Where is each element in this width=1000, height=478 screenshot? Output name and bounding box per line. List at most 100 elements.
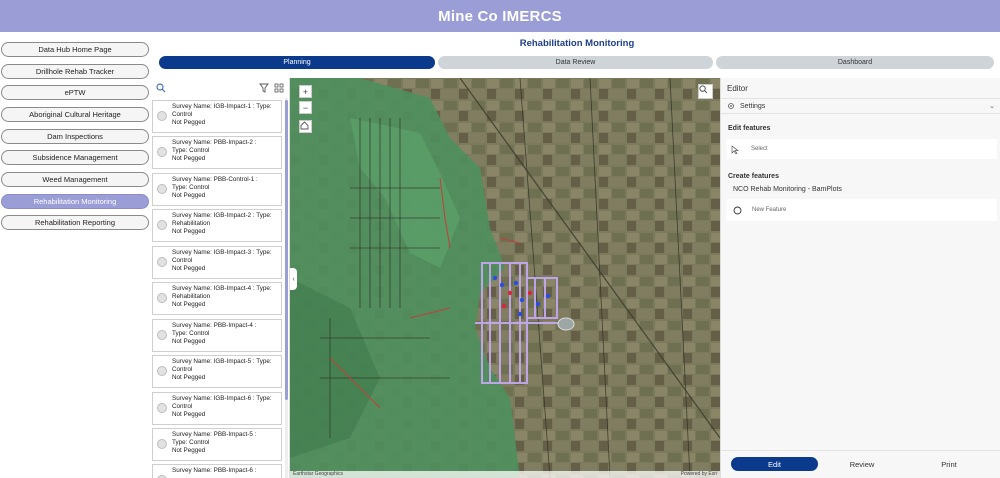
avatar — [157, 366, 167, 376]
list-item[interactable]: Survey Name: PBB-Control-1 : Type: Contro… — [152, 173, 282, 206]
review-button[interactable]: Review — [819, 457, 905, 471]
gear-icon — [728, 103, 734, 109]
edit-features-heading: Edit features — [728, 125, 771, 132]
nav-item-rehab-reporting[interactable]: Rehabilitation Reporting — [1, 215, 149, 230]
sidebar-nav: Data Hub Home Page Drillhole Rehab Track… — [0, 38, 152, 478]
zoom-in-button[interactable]: + — [299, 85, 312, 98]
survey-name: Survey Name: IGB-Impact-6 : Type: — [172, 395, 272, 402]
survey-name: Survey Name: IGB-Impact-4 : Type: — [172, 285, 272, 292]
list-item[interactable]: Survey Name: PBB-Impact-5 : Type: Control… — [152, 428, 282, 461]
survey-name: Survey Name: PBB-Impact-6 : — [172, 467, 257, 474]
list-item[interactable]: Survey Name: IGB-Impact-1 : Type: Control… — [152, 100, 282, 133]
survey-name: Survey Name: IGB-Impact-3 : Type: — [172, 249, 272, 256]
attribution-esri[interactable]: Powered by Esri — [681, 471, 717, 478]
home-icon — [300, 121, 309, 130]
survey-type: Control — [172, 366, 193, 374]
search-icon — [699, 85, 708, 94]
tab-planning[interactable]: Planning — [159, 56, 435, 69]
survey-name: Survey Name: PBB-Impact-4 : — [172, 322, 257, 329]
survey-list-panel: Survey Name: IGB-Impact-1 : Type: Control… — [152, 78, 290, 478]
survey-type: Type: Control — [172, 147, 210, 155]
zoom-out-button[interactable]: − — [299, 101, 312, 114]
map-view[interactable]: + − ‹ Earthstar Geographics Powered by E… — [290, 78, 720, 478]
avatar — [157, 293, 167, 303]
survey-type: Rehabilitation — [172, 293, 211, 301]
new-feature-label: New Feature — [752, 207, 787, 213]
map-attribution: Earthstar Geographics Powered by Esri — [290, 471, 720, 478]
survey-status: Not Pegged — [172, 447, 206, 455]
avatar — [157, 403, 167, 413]
survey-status: Not Pegged — [172, 265, 206, 273]
survey-status: Not Pegged — [172, 301, 206, 309]
satellite-imagery — [290, 78, 720, 478]
app-header: Mine Co IMERCS — [0, 0, 1000, 32]
avatar — [157, 439, 167, 449]
app-title: Mine Co IMERCS — [438, 7, 562, 25]
chevron-down-icon: ⌄ — [989, 103, 995, 110]
page-title: Rehabilitation Monitoring — [519, 38, 635, 49]
select-tool[interactable]: Select — [727, 139, 997, 159]
grid-view-icon[interactable] — [273, 82, 285, 94]
select-label: Select — [751, 146, 768, 152]
collapse-panel-handle[interactable]: ‹ — [290, 268, 297, 290]
survey-name: Survey Name: PBB-Impact-5 : — [172, 431, 257, 438]
cursor-icon — [731, 144, 739, 154]
avatar — [157, 111, 167, 121]
layer-name: NCO Rehab Monitoring - BamPlots — [733, 186, 842, 193]
avatar — [157, 220, 167, 230]
list-item[interactable]: Survey Name: PBB-Impact-2 : Type: Control… — [152, 136, 282, 169]
survey-status: Not Pegged — [172, 192, 206, 200]
survey-status: Not Pegged — [172, 228, 206, 236]
list-item[interactable]: Survey Name: IGB-Impact-2 : Type: Rehabil… — [152, 209, 282, 242]
list-item[interactable]: Survey Name: IGB-Impact-6 : Type: Control… — [152, 392, 282, 425]
create-features-heading: Create features — [728, 173, 779, 180]
nav-item-aboriginal-heritage[interactable]: Aboriginal Cultural Heritage — [1, 107, 149, 122]
list-scrollbar-thumb[interactable] — [285, 100, 288, 400]
map-search-button[interactable] — [698, 84, 713, 99]
list-item[interactable]: Survey Name: IGB-Impact-4 : Type: Rehabil… — [152, 282, 282, 315]
tab-dashboard[interactable]: Dashboard — [716, 56, 994, 69]
avatar — [157, 257, 167, 267]
edit-button[interactable]: Edit — [731, 457, 818, 471]
editor-panel: Editor Settings ⌄ Edit features Select C… — [720, 78, 1000, 478]
print-button[interactable]: Print — [906, 457, 992, 471]
survey-type: Control — [172, 257, 193, 265]
tab-data-review[interactable]: Data Review — [438, 56, 713, 69]
settings-row[interactable]: Settings ⌄ — [721, 98, 1000, 114]
survey-status: Not Pegged — [172, 119, 206, 127]
nav-item-drillhole-rehab[interactable]: Drillhole Rehab Tracker — [1, 64, 149, 79]
survey-name: Survey Name: IGB-Impact-5 : Type: — [172, 358, 272, 365]
survey-name: Survey Name: PBB-Control-1 : — [172, 176, 258, 183]
nav-item-eptw[interactable]: ePTW — [1, 85, 149, 100]
list-toolbar — [152, 78, 289, 98]
survey-type: Control — [172, 111, 193, 119]
avatar — [157, 147, 167, 157]
survey-status: Not Pegged — [172, 338, 206, 346]
survey-status: Not Pegged — [172, 374, 206, 382]
settings-label: Settings — [740, 102, 766, 110]
chevron-left-icon: ‹ — [292, 275, 295, 283]
nav-item-rehab-monitoring[interactable]: Rehabilitation Monitoring — [1, 194, 149, 209]
nav-item-weed[interactable]: Weed Management — [1, 172, 149, 187]
list-item[interactable]: Survey Name: PBB-Impact-6 : — [152, 464, 282, 478]
nav-item-dam-inspections[interactable]: Dam Inspections — [1, 129, 149, 144]
nav-item-data-hub[interactable]: Data Hub Home Page — [1, 42, 149, 57]
survey-type: Rehabilitation — [172, 220, 211, 228]
nav-item-subsidence[interactable]: Subsidence Management — [1, 150, 149, 165]
list-item[interactable]: Survey Name: IGB-Impact-3 : Type: Control… — [152, 246, 282, 279]
attribution-source: Earthstar Geographics — [293, 471, 344, 477]
search-icon[interactable] — [155, 82, 167, 94]
editor-title: Editor — [727, 84, 748, 93]
survey-type: Type: Control — [172, 184, 210, 192]
survey-status: Not Pegged — [172, 411, 206, 419]
home-button[interactable] — [299, 120, 312, 133]
avatar — [157, 330, 167, 340]
list-item[interactable]: Survey Name: PBB-Impact-4 : Type: Control… — [152, 319, 282, 352]
new-feature-button[interactable]: New Feature — [727, 199, 997, 221]
survey-name: Survey Name: IGB-Impact-1 : Type: — [172, 103, 272, 110]
survey-name: Survey Name: IGB-Impact-2 : Type: — [172, 212, 272, 219]
filter-icon[interactable] — [258, 82, 270, 94]
survey-type: Type: Control — [172, 439, 210, 447]
survey-type: Control — [172, 403, 193, 411]
list-item[interactable]: Survey Name: IGB-Impact-5 : Type: Control… — [152, 355, 282, 388]
